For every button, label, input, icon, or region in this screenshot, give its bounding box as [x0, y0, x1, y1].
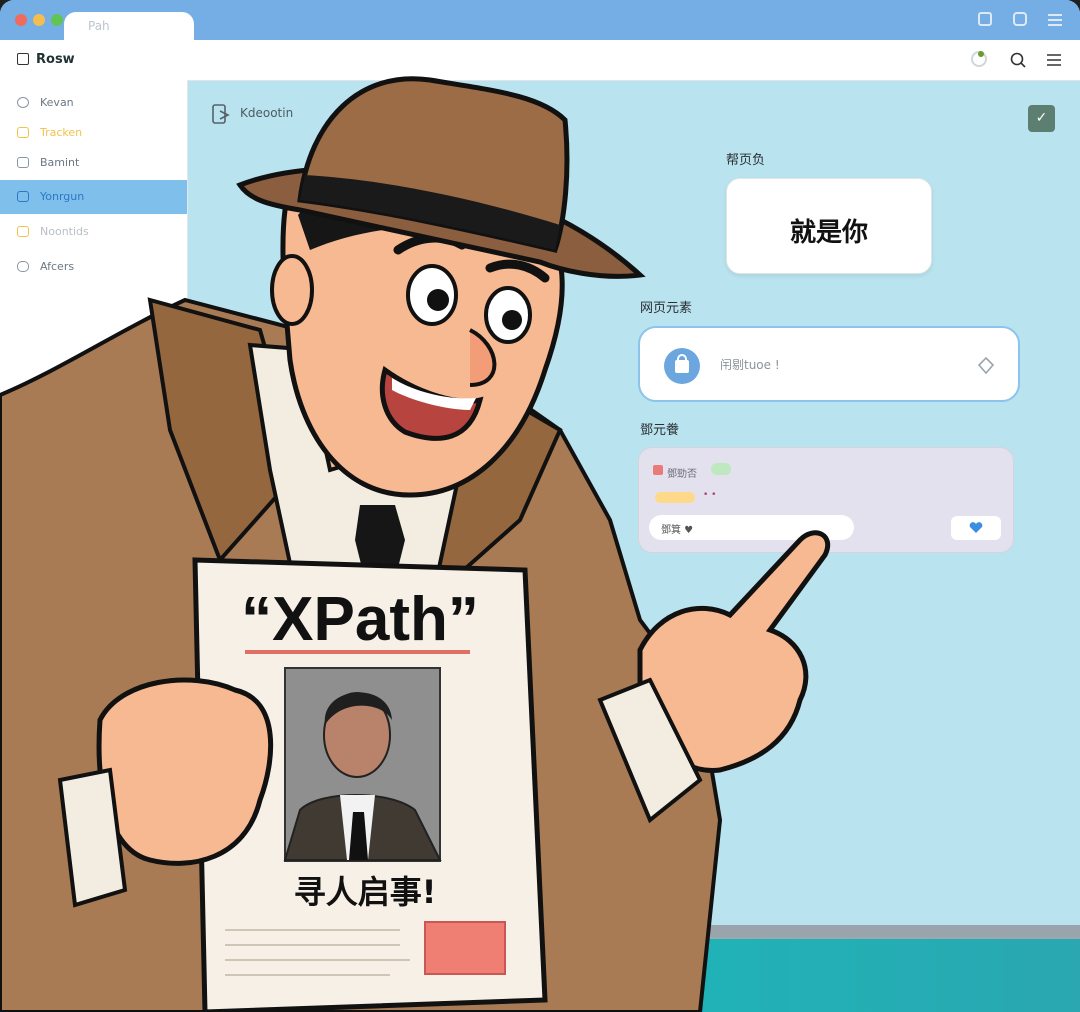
- illustration-scene: Pah Rosw Kevan Tracken Bamint Yonrgun No…: [0, 0, 1080, 1012]
- poster-caption: 寻人启事!: [294, 873, 437, 911]
- poster-headline: “XPath”: [241, 585, 479, 654]
- detective-illustration: “XPath” 寻人启事!: [0, 76, 831, 1012]
